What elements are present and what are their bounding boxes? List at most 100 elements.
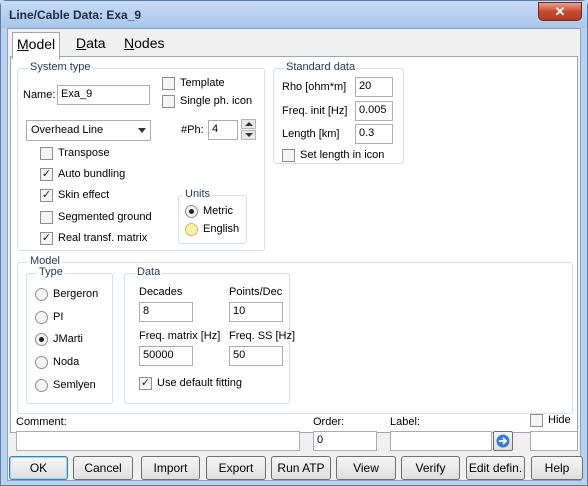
dialog-client: Model Data Nodes System type Name: Exa_9… xyxy=(7,28,581,481)
export-button[interactable]: Export xyxy=(206,456,266,480)
rho-label: Rho [ohm*m] xyxy=(282,81,347,93)
length-input[interactable]: 0.3 xyxy=(355,124,393,144)
noda-radio[interactable] xyxy=(35,356,48,369)
order-input[interactable]: 0 xyxy=(313,431,377,451)
freq-ss-label: Freq. SS [Hz] xyxy=(229,330,296,342)
noda-label: Noda xyxy=(53,356,80,368)
edit-definition-button[interactable]: Edit defin. xyxy=(466,456,525,480)
verify-button[interactable]: Verify xyxy=(401,456,460,480)
title-bar[interactable]: Line/Cable Data: Exa_9 ✕ xyxy=(1,1,587,28)
hide-input[interactable] xyxy=(530,431,578,451)
hide-label: Hide xyxy=(548,414,571,426)
radio-dot xyxy=(39,337,44,342)
english-label: English xyxy=(203,223,240,235)
type-group: Type Bergeron PI JMarti Noda Semlyen xyxy=(26,266,113,404)
model-group: Model Type Bergeron PI JMarti Noda Semly… xyxy=(17,255,573,414)
rho-input[interactable]: 20 xyxy=(355,77,393,97)
label-label: Label: xyxy=(390,416,420,428)
tab-nodes[interactable]: Nodes xyxy=(120,32,168,56)
points-per-decade-input[interactable]: 10 xyxy=(229,302,283,322)
real-transf-matrix-checkbox[interactable]: ✓ xyxy=(40,232,53,245)
hide-checkbox[interactable] xyxy=(530,414,543,427)
auto-bundling-checkbox[interactable]: ✓ xyxy=(40,168,53,181)
freq-init-label: Freq. init [Hz] xyxy=(282,105,348,117)
view-button[interactable]: View xyxy=(336,456,396,480)
order-label: Order: xyxy=(313,416,345,428)
system-type-title: System type xyxy=(28,61,93,73)
decades-label: Decades xyxy=(139,286,183,298)
phases-input[interactable]: 4 xyxy=(208,120,238,140)
single-phase-icon-label: Single ph. icon xyxy=(180,95,253,107)
arrow-right-icon xyxy=(496,434,510,448)
semlyen-radio[interactable] xyxy=(35,379,48,392)
standard-data-group: Standard data Rho [ohm*m] 20 Freq. init … xyxy=(273,61,404,164)
cancel-button[interactable]: Cancel xyxy=(73,456,133,480)
jmarti-label: JMarti xyxy=(53,333,83,345)
skin-effect-label: Skin effect xyxy=(58,189,110,201)
tab-model[interactable]: Model xyxy=(12,32,61,59)
model-data-title: Data xyxy=(135,266,163,278)
comment-input[interactable] xyxy=(16,431,300,451)
length-label: Length [km] xyxy=(282,128,340,140)
freq-matrix-input[interactable]: 50000 xyxy=(139,346,193,366)
tab-panel-model: System type Name: Exa_9 Template Single … xyxy=(10,56,578,433)
name-input[interactable]: Exa_9 xyxy=(57,85,150,105)
freq-ss-input[interactable]: 50 xyxy=(229,346,283,366)
transpose-checkbox[interactable] xyxy=(40,147,53,160)
auto-bundling-label: Auto bundling xyxy=(58,168,126,180)
units-group: Units Metric English xyxy=(178,188,247,244)
bergeron-radio[interactable] xyxy=(35,288,48,301)
pi-label: PI xyxy=(53,311,64,323)
metric-radio[interactable] xyxy=(185,205,198,218)
semlyen-label: Semlyen xyxy=(53,379,96,391)
freq-matrix-label: Freq. matrix [Hz] xyxy=(139,330,221,342)
name-label: Name: xyxy=(23,89,56,101)
ok-button[interactable]: OK xyxy=(9,456,68,480)
comment-label: Comment: xyxy=(16,416,67,428)
phases-spin-up[interactable] xyxy=(241,119,256,129)
close-button[interactable]: ✕ xyxy=(538,2,582,21)
checkmark-icon: ✓ xyxy=(41,189,52,201)
run-atp-button[interactable]: Run ATP xyxy=(271,456,331,480)
decades-input[interactable]: 8 xyxy=(139,302,193,322)
single-phase-icon-checkbox[interactable] xyxy=(162,95,175,108)
set-length-checkbox[interactable] xyxy=(282,149,295,162)
radio-dot xyxy=(189,209,194,214)
set-length-label: Set length in icon xyxy=(300,149,385,161)
checkmark-icon: ✓ xyxy=(41,232,52,244)
help-button[interactable]: Help xyxy=(531,456,583,480)
label-input[interactable] xyxy=(390,431,492,451)
units-title: Units xyxy=(183,188,213,200)
type-title: Type xyxy=(37,266,65,278)
default-fitting-label: Use default fitting xyxy=(157,377,242,389)
template-checkbox[interactable] xyxy=(162,77,175,90)
window-title: Line/Cable Data: Exa_9 xyxy=(9,8,142,22)
english-radio[interactable] xyxy=(185,223,198,236)
bergeron-label: Bergeron xyxy=(53,288,99,300)
segmented-ground-checkbox[interactable] xyxy=(40,211,53,224)
apply-label-button[interactable] xyxy=(493,431,513,451)
phases-spin-down[interactable] xyxy=(241,130,256,140)
points-per-decade-label: Points/Dec xyxy=(229,286,283,298)
jmarti-radio[interactable] xyxy=(35,333,48,346)
skin-effect-checkbox[interactable]: ✓ xyxy=(40,189,53,202)
import-button[interactable]: Import xyxy=(141,456,200,480)
metric-label: Metric xyxy=(203,205,233,217)
segmented-ground-label: Segmented ground xyxy=(58,211,152,223)
model-data-group: Data Decades 8 Points/Dec 10 Freq. matri… xyxy=(124,266,295,404)
checkmark-icon: ✓ xyxy=(41,168,52,180)
default-fitting-checkbox[interactable]: ✓ xyxy=(139,377,152,390)
phases-label: #Ph: xyxy=(181,124,204,136)
real-transf-matrix-label: Real transf. matrix xyxy=(58,232,148,244)
standard-data-title: Standard data xyxy=(284,61,358,73)
freq-init-input[interactable]: 0.005 xyxy=(355,101,393,121)
pi-radio[interactable] xyxy=(35,311,48,324)
line-type-select[interactable]: Overhead Line xyxy=(26,120,151,141)
line-type-value: Overhead Line xyxy=(31,124,104,136)
chevron-down-icon xyxy=(138,128,146,133)
template-label: Template xyxy=(180,77,225,89)
tab-data[interactable]: Data xyxy=(72,32,110,56)
checkmark-icon: ✓ xyxy=(140,377,151,389)
dialog-window: Line/Cable Data: Exa_9 ✕ Model Data Node… xyxy=(0,0,588,486)
system-type-group: System type Name: Exa_9 Template Single … xyxy=(17,61,265,251)
